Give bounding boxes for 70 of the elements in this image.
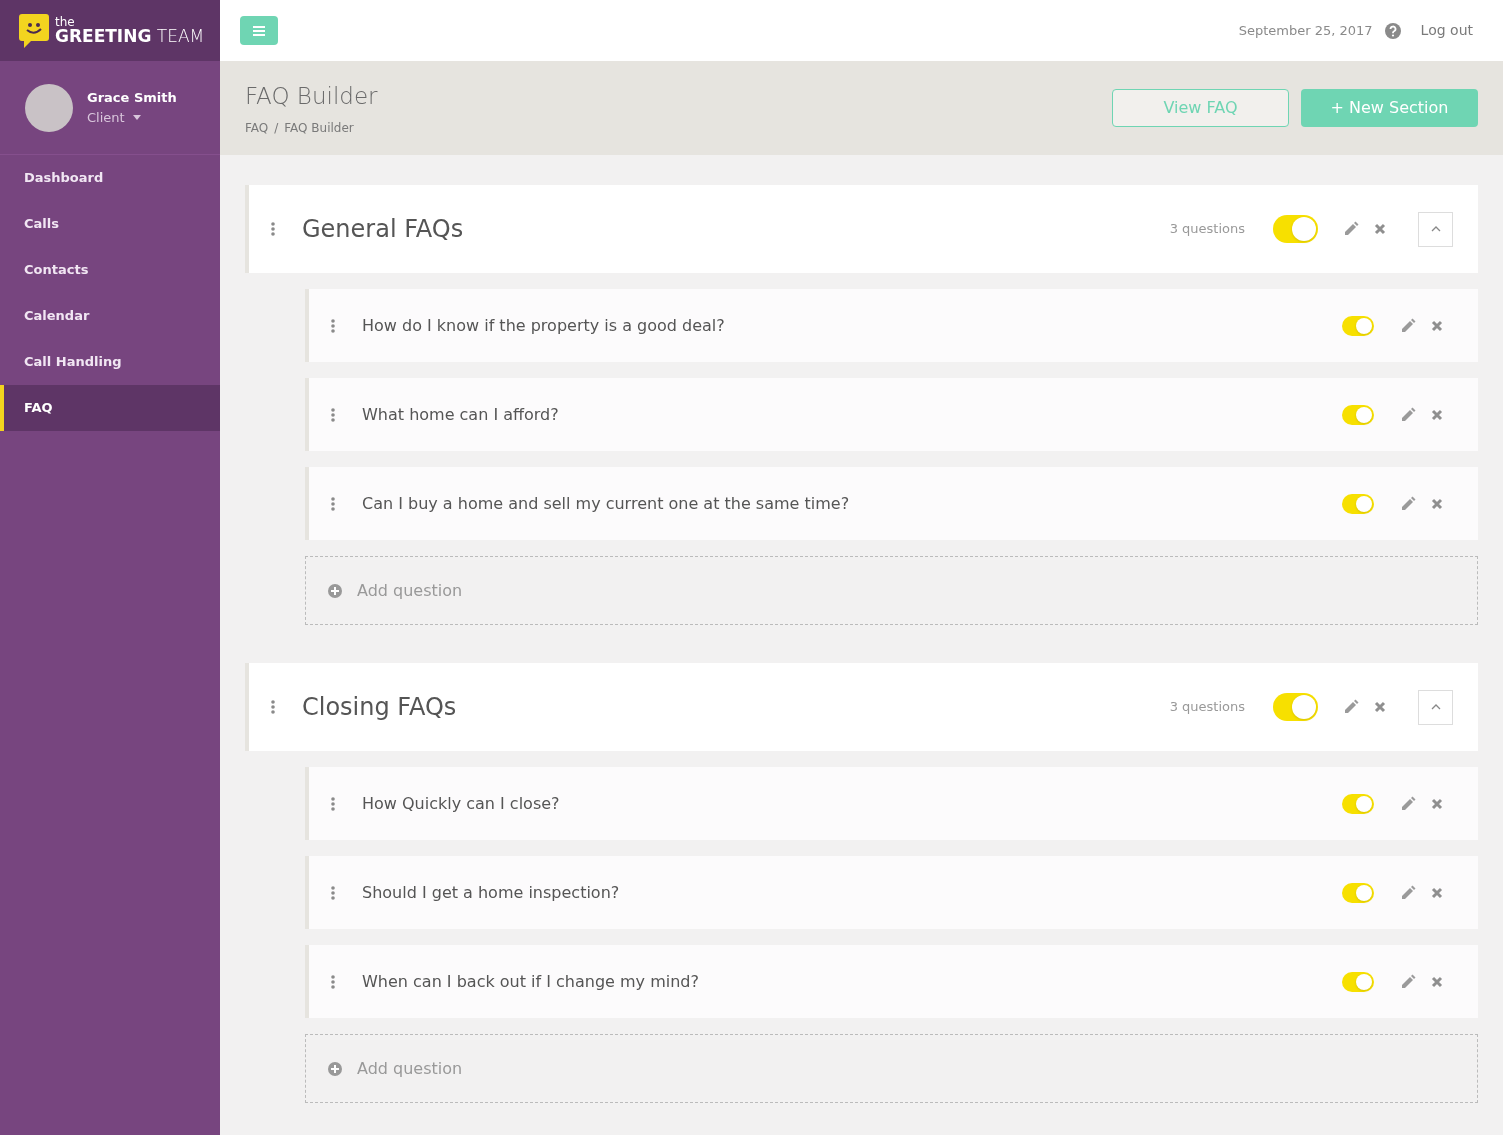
help-icon[interactable] (1384, 22, 1401, 39)
question-text: How do I know if the property is a good deal? (362, 314, 725, 337)
chevron-up-icon (1430, 226, 1441, 232)
plus-circle-icon (328, 1061, 342, 1076)
pencil-icon[interactable] (1400, 795, 1416, 812)
sidebar-item[interactable]: Call Handling (0, 339, 220, 385)
toggle-switch[interactable] (1342, 493, 1374, 514)
toggle-switch[interactable] (1342, 315, 1374, 336)
add-question-button[interactable]: Add question (305, 1034, 1478, 1103)
toggle-switch[interactable] (1273, 693, 1318, 721)
avatar-placeholder (25, 83, 73, 132)
question-text: How Quickly can I close? (362, 792, 560, 815)
delete-icon[interactable] (1431, 319, 1443, 332)
breadcrumb-separator: / (274, 120, 279, 138)
brand-small-text: the (55, 16, 76, 28)
sidebar-item[interactable]: FAQ (0, 385, 220, 431)
drag-handle-icon[interactable] (331, 796, 335, 811)
page-title: FAQ Builder (245, 81, 378, 111)
question-text: What home can I afford? (362, 403, 559, 426)
sidebar-item[interactable]: Contacts (0, 247, 220, 293)
pencil-icon[interactable] (1400, 406, 1416, 423)
sidebar-item[interactable]: Calendar (0, 293, 220, 339)
role-dropdown[interactable]: Client (87, 107, 177, 127)
toggle-switch[interactable] (1342, 793, 1374, 814)
drag-handle-icon[interactable] (271, 700, 275, 714)
logout-link[interactable]: Log out (1420, 20, 1473, 41)
plus-circle-icon (328, 583, 342, 598)
toggle-switch[interactable] (1342, 404, 1374, 425)
pencil-icon[interactable] (1400, 973, 1416, 990)
delete-icon[interactable] (1431, 797, 1443, 810)
drag-handle-icon[interactable] (331, 974, 335, 989)
pencil-icon[interactable] (1400, 317, 1416, 334)
breadcrumb-link[interactable]: FAQ (245, 119, 269, 138)
delete-icon[interactable] (1374, 223, 1386, 235)
pencil-icon[interactable] (1400, 884, 1416, 901)
delete-icon[interactable] (1374, 701, 1386, 713)
caret-icon (132, 114, 141, 120)
smiley-logo-icon (19, 13, 49, 48)
breadcrumb-link[interactable]: FAQ Builder (284, 119, 354, 138)
delete-icon[interactable] (1431, 886, 1443, 899)
brand-name: GREETING TEAM (55, 28, 205, 45)
delete-icon[interactable] (1431, 408, 1443, 421)
question-count: 3 questions (1169, 220, 1245, 239)
section-title: Closing FAQs (302, 692, 457, 723)
toggle-switch[interactable] (1342, 882, 1374, 903)
sidebar-item[interactable]: Dashboard (0, 155, 220, 201)
question-text: When can I back out if I change my mind? (362, 970, 699, 993)
sidebar-item[interactable]: Calls (0, 201, 220, 247)
drag-handle-icon[interactable] (331, 318, 335, 333)
section-title: General FAQs (302, 214, 464, 245)
add-question-button[interactable]: Add question (305, 556, 1478, 625)
drag-handle-icon[interactable] (331, 885, 335, 900)
delete-icon[interactable] (1431, 497, 1443, 510)
pencil-icon[interactable] (1400, 495, 1416, 512)
drag-handle-icon[interactable] (331, 496, 335, 511)
toggle-switch[interactable] (1273, 215, 1318, 243)
chevron-up-icon (1430, 704, 1441, 710)
menu-icon (253, 25, 265, 36)
date-text: September 25, 2017 (1238, 21, 1373, 40)
drag-handle-icon[interactable] (331, 407, 335, 422)
question-count: 3 questions (1169, 698, 1245, 717)
menu-button[interactable] (240, 16, 278, 45)
user-name: Grace Smith (87, 89, 177, 107)
drag-handle-icon[interactable] (271, 222, 275, 236)
pencil-icon[interactable] (1343, 699, 1359, 715)
question-text: Can I buy a home and sell my current one at the same time? (362, 492, 850, 515)
toggle-switch[interactable] (1342, 971, 1374, 992)
pencil-icon[interactable] (1343, 221, 1359, 237)
delete-icon[interactable] (1431, 975, 1443, 988)
question-text: Should I get a home inspection? (362, 881, 620, 904)
